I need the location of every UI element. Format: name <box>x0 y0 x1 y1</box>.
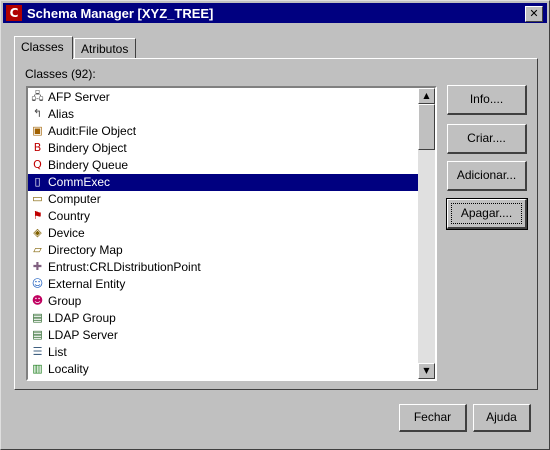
list-item-label: Alias <box>48 107 75 121</box>
list-item-label: Device <box>48 226 85 240</box>
list-item-label: AFP Server <box>48 90 110 104</box>
list-item[interactable]: ✚ Entrust:CRLDistributionPoint <box>28 259 418 276</box>
computer-icon: ▭ <box>32 192 43 205</box>
adicionar-button-label: Adicionar... <box>456 168 517 182</box>
list-item[interactable]: ▥ Locality <box>28 361 418 378</box>
list-item[interactable]: ↰ Alias <box>28 106 418 123</box>
locality-icon: ▥ <box>32 362 43 375</box>
list-item[interactable]: ▭ Computer <box>28 191 418 208</box>
group-icon: ☻ <box>31 294 44 307</box>
audit-file-object-icon: ▣ <box>32 124 43 137</box>
scroll-up-button[interactable]: ▲ <box>418 88 435 104</box>
list-item-label: Group <box>48 294 82 308</box>
scroll-thumb[interactable] <box>418 104 435 150</box>
external-entity-icon: ☺ <box>31 277 44 290</box>
scroll-down-button[interactable]: ▼ <box>418 363 435 379</box>
fechar-button[interactable]: Fechar <box>399 404 467 432</box>
classes-list: 🖧 AFP Server ↰ Alias ▣ Audit:File Object B Bind… <box>28 88 418 379</box>
criar-button-label: Criar.... <box>467 131 506 145</box>
fechar-button-label: Fechar <box>413 410 452 424</box>
bindery-queue-icon: Q <box>33 158 42 171</box>
list-item-label: List <box>48 345 67 359</box>
list-item-label: Bindery Object <box>48 141 127 155</box>
ldap-group-icon: ▤ <box>32 311 43 324</box>
close-button[interactable]: ✕ <box>525 6 543 22</box>
tab-atributos-label: Atributos <box>81 42 129 56</box>
bindery-object-icon: B <box>33 141 42 154</box>
classes-count-label: Classes (92): <box>25 67 96 81</box>
list-item[interactable]: Q Bindery Queue <box>28 157 418 174</box>
list-item-label: Country <box>48 209 91 223</box>
list-item-label: Bindery Queue <box>48 158 129 172</box>
list-item[interactable]: 🖧 AFP Server <box>28 89 418 106</box>
adicionar-button[interactable]: Adicionar... <box>447 161 527 191</box>
window-title: Schema Manager [XYZ_TREE] <box>27 6 214 21</box>
apagar-button[interactable]: Apagar.... <box>446 198 528 230</box>
classes-listbox[interactable]: 🖧 AFP Server ↰ Alias ▣ Audit:File Object B Bind… <box>26 86 437 381</box>
app-icon: C <box>6 5 22 21</box>
list-item-label: Locality <box>48 362 89 376</box>
list-item[interactable]: ☺ External Entity <box>28 276 418 293</box>
vertical-scrollbar[interactable]: ▲ ▼ <box>418 88 435 379</box>
list-item[interactable]: ▤ LDAP Server <box>28 327 418 344</box>
entrust-icon: ✚ <box>32 260 43 273</box>
list-item-label: Directory Map <box>48 243 123 257</box>
tab-classes-label: Classes <box>21 40 64 54</box>
list-item-label: Audit:File Object <box>48 124 137 138</box>
device-icon: ◈ <box>33 226 42 239</box>
list-item-label: External Entity <box>48 277 126 291</box>
list-item-label: Computer <box>48 192 101 206</box>
list-item[interactable]: ▤ LDAP Group <box>28 310 418 327</box>
list-item[interactable]: ⚑ Country <box>28 208 418 225</box>
directory-map-icon: ▱ <box>33 243 42 256</box>
tab-classes[interactable]: Classes <box>14 36 73 59</box>
list-item-label: LDAP Server <box>48 328 118 342</box>
info-button[interactable]: Info.... <box>447 85 527 115</box>
list-item-label: LDAP Group <box>48 311 116 325</box>
list-icon: ☰ <box>32 345 43 358</box>
tab-atributos[interactable]: Atributos <box>74 38 136 58</box>
ajuda-button[interactable]: Ajuda <box>473 404 531 432</box>
list-item[interactable]: ▣ Audit:File Object <box>28 123 418 140</box>
country-icon: ⚑ <box>32 209 43 222</box>
list-item[interactable]: ▱ Directory Map <box>28 242 418 259</box>
list-item[interactable]: ◈ Device <box>28 225 418 242</box>
alias-icon: ↰ <box>32 107 43 120</box>
afp-server-icon: 🖧 <box>31 90 44 103</box>
classes-tab-panel: Classes (92): 🖧 AFP Server ↰ Alias ▣ Audit:Fi… <box>14 58 538 390</box>
list-item-label: Entrust:CRLDistributionPoint <box>48 260 201 274</box>
info-button-label: Info.... <box>469 92 504 106</box>
list-item-label: CommExec <box>48 175 111 189</box>
title-bar[interactable]: C Schema Manager [XYZ_TREE] ✕ <box>3 3 547 23</box>
list-item[interactable]: ☻ Group <box>28 293 418 310</box>
schema-manager-window: C Schema Manager [XYZ_TREE] ✕ Classes At… <box>0 0 550 450</box>
ldap-server-icon: ▤ <box>32 328 43 341</box>
commexec-icon: ▯ <box>34 175 41 188</box>
list-item[interactable]: ▯ CommExec <box>28 174 418 191</box>
focus-rectangle <box>451 203 522 224</box>
ajuda-button-label: Ajuda <box>486 410 517 424</box>
arrow-down-icon: ▼ <box>423 366 430 375</box>
arrow-up-icon: ▲ <box>423 91 430 100</box>
list-item[interactable]: ☰ List <box>28 344 418 361</box>
criar-button[interactable]: Criar.... <box>447 124 527 154</box>
list-item[interactable]: B Bindery Object <box>28 140 418 157</box>
